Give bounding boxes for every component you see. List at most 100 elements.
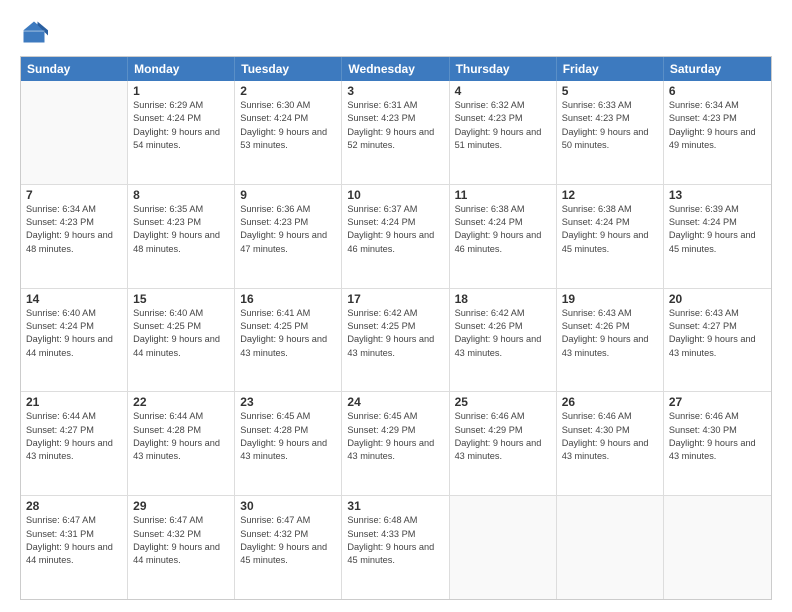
page: SundayMondayTuesdayWednesdayThursdayFrid…: [0, 0, 792, 612]
calendar-cell: 15Sunrise: 6:40 AMSunset: 4:25 PMDayligh…: [128, 289, 235, 392]
day-number: 8: [133, 188, 229, 202]
day-number: 9: [240, 188, 336, 202]
calendar: SundayMondayTuesdayWednesdayThursdayFrid…: [20, 56, 772, 600]
sun-info: Sunrise: 6:38 AMSunset: 4:24 PMDaylight:…: [455, 203, 551, 256]
day-number: 17: [347, 292, 443, 306]
sun-info: Sunrise: 6:33 AMSunset: 4:23 PMDaylight:…: [562, 99, 658, 152]
sun-info: Sunrise: 6:36 AMSunset: 4:23 PMDaylight:…: [240, 203, 336, 256]
calendar-cell: 28Sunrise: 6:47 AMSunset: 4:31 PMDayligh…: [21, 496, 128, 599]
weekday-header: Friday: [557, 57, 664, 81]
sun-info: Sunrise: 6:31 AMSunset: 4:23 PMDaylight:…: [347, 99, 443, 152]
day-number: 26: [562, 395, 658, 409]
calendar-cell: 8Sunrise: 6:35 AMSunset: 4:23 PMDaylight…: [128, 185, 235, 288]
calendar-cell: 27Sunrise: 6:46 AMSunset: 4:30 PMDayligh…: [664, 392, 771, 495]
sun-info: Sunrise: 6:46 AMSunset: 4:30 PMDaylight:…: [669, 410, 766, 463]
day-number: 14: [26, 292, 122, 306]
sun-info: Sunrise: 6:42 AMSunset: 4:25 PMDaylight:…: [347, 307, 443, 360]
day-number: 6: [669, 84, 766, 98]
day-number: 20: [669, 292, 766, 306]
calendar-cell: 22Sunrise: 6:44 AMSunset: 4:28 PMDayligh…: [128, 392, 235, 495]
sun-info: Sunrise: 6:34 AMSunset: 4:23 PMDaylight:…: [669, 99, 766, 152]
calendar-cell: 20Sunrise: 6:43 AMSunset: 4:27 PMDayligh…: [664, 289, 771, 392]
calendar-cell: 10Sunrise: 6:37 AMSunset: 4:24 PMDayligh…: [342, 185, 449, 288]
calendar-cell: 6Sunrise: 6:34 AMSunset: 4:23 PMDaylight…: [664, 81, 771, 184]
day-number: 21: [26, 395, 122, 409]
logo-icon: [20, 18, 48, 46]
calendar-cell: 11Sunrise: 6:38 AMSunset: 4:24 PMDayligh…: [450, 185, 557, 288]
sun-info: Sunrise: 6:40 AMSunset: 4:25 PMDaylight:…: [133, 307, 229, 360]
calendar-cell: 2Sunrise: 6:30 AMSunset: 4:24 PMDaylight…: [235, 81, 342, 184]
header: [20, 18, 772, 46]
calendar-cell: 30Sunrise: 6:47 AMSunset: 4:32 PMDayligh…: [235, 496, 342, 599]
weekday-header: Saturday: [664, 57, 771, 81]
sun-info: Sunrise: 6:48 AMSunset: 4:33 PMDaylight:…: [347, 514, 443, 567]
sun-info: Sunrise: 6:45 AMSunset: 4:28 PMDaylight:…: [240, 410, 336, 463]
sun-info: Sunrise: 6:39 AMSunset: 4:24 PMDaylight:…: [669, 203, 766, 256]
day-number: 7: [26, 188, 122, 202]
day-number: 22: [133, 395, 229, 409]
sun-info: Sunrise: 6:47 AMSunset: 4:32 PMDaylight:…: [133, 514, 229, 567]
calendar-cell: 24Sunrise: 6:45 AMSunset: 4:29 PMDayligh…: [342, 392, 449, 495]
calendar-cell: 21Sunrise: 6:44 AMSunset: 4:27 PMDayligh…: [21, 392, 128, 495]
calendar-cell: [450, 496, 557, 599]
sun-info: Sunrise: 6:43 AMSunset: 4:27 PMDaylight:…: [669, 307, 766, 360]
day-number: 12: [562, 188, 658, 202]
calendar-cell: 31Sunrise: 6:48 AMSunset: 4:33 PMDayligh…: [342, 496, 449, 599]
day-number: 3: [347, 84, 443, 98]
sun-info: Sunrise: 6:38 AMSunset: 4:24 PMDaylight:…: [562, 203, 658, 256]
day-number: 19: [562, 292, 658, 306]
sun-info: Sunrise: 6:37 AMSunset: 4:24 PMDaylight:…: [347, 203, 443, 256]
day-number: 4: [455, 84, 551, 98]
calendar-cell: 12Sunrise: 6:38 AMSunset: 4:24 PMDayligh…: [557, 185, 664, 288]
sun-info: Sunrise: 6:30 AMSunset: 4:24 PMDaylight:…: [240, 99, 336, 152]
day-number: 25: [455, 395, 551, 409]
sun-info: Sunrise: 6:32 AMSunset: 4:23 PMDaylight:…: [455, 99, 551, 152]
day-number: 23: [240, 395, 336, 409]
sun-info: Sunrise: 6:43 AMSunset: 4:26 PMDaylight:…: [562, 307, 658, 360]
day-number: 27: [669, 395, 766, 409]
calendar-cell: 17Sunrise: 6:42 AMSunset: 4:25 PMDayligh…: [342, 289, 449, 392]
sun-info: Sunrise: 6:34 AMSunset: 4:23 PMDaylight:…: [26, 203, 122, 256]
sun-info: Sunrise: 6:29 AMSunset: 4:24 PMDaylight:…: [133, 99, 229, 152]
sun-info: Sunrise: 6:42 AMSunset: 4:26 PMDaylight:…: [455, 307, 551, 360]
sun-info: Sunrise: 6:46 AMSunset: 4:29 PMDaylight:…: [455, 410, 551, 463]
day-number: 13: [669, 188, 766, 202]
calendar-cell: 25Sunrise: 6:46 AMSunset: 4:29 PMDayligh…: [450, 392, 557, 495]
calendar-cell: [21, 81, 128, 184]
sun-info: Sunrise: 6:47 AMSunset: 4:31 PMDaylight:…: [26, 514, 122, 567]
calendar-cell: 3Sunrise: 6:31 AMSunset: 4:23 PMDaylight…: [342, 81, 449, 184]
sun-info: Sunrise: 6:46 AMSunset: 4:30 PMDaylight:…: [562, 410, 658, 463]
sun-info: Sunrise: 6:47 AMSunset: 4:32 PMDaylight:…: [240, 514, 336, 567]
day-number: 24: [347, 395, 443, 409]
calendar-cell: 18Sunrise: 6:42 AMSunset: 4:26 PMDayligh…: [450, 289, 557, 392]
day-number: 2: [240, 84, 336, 98]
calendar-cell: [664, 496, 771, 599]
calendar-row: 1Sunrise: 6:29 AMSunset: 4:24 PMDaylight…: [21, 81, 771, 185]
day-number: 28: [26, 499, 122, 513]
day-number: 5: [562, 84, 658, 98]
calendar-cell: 13Sunrise: 6:39 AMSunset: 4:24 PMDayligh…: [664, 185, 771, 288]
sun-info: Sunrise: 6:44 AMSunset: 4:27 PMDaylight:…: [26, 410, 122, 463]
calendar-row: 7Sunrise: 6:34 AMSunset: 4:23 PMDaylight…: [21, 185, 771, 289]
weekday-header: Sunday: [21, 57, 128, 81]
weekday-header: Thursday: [450, 57, 557, 81]
calendar-row: 14Sunrise: 6:40 AMSunset: 4:24 PMDayligh…: [21, 289, 771, 393]
weekday-header: Wednesday: [342, 57, 449, 81]
logo: [20, 18, 52, 46]
calendar-row: 28Sunrise: 6:47 AMSunset: 4:31 PMDayligh…: [21, 496, 771, 599]
calendar-cell: 23Sunrise: 6:45 AMSunset: 4:28 PMDayligh…: [235, 392, 342, 495]
calendar-cell: 9Sunrise: 6:36 AMSunset: 4:23 PMDaylight…: [235, 185, 342, 288]
calendar-body: 1Sunrise: 6:29 AMSunset: 4:24 PMDaylight…: [21, 81, 771, 599]
day-number: 31: [347, 499, 443, 513]
day-number: 10: [347, 188, 443, 202]
calendar-cell: 5Sunrise: 6:33 AMSunset: 4:23 PMDaylight…: [557, 81, 664, 184]
day-number: 18: [455, 292, 551, 306]
calendar-cell: 29Sunrise: 6:47 AMSunset: 4:32 PMDayligh…: [128, 496, 235, 599]
day-number: 30: [240, 499, 336, 513]
day-number: 29: [133, 499, 229, 513]
day-number: 1: [133, 84, 229, 98]
calendar-header: SundayMondayTuesdayWednesdayThursdayFrid…: [21, 57, 771, 81]
weekday-header: Monday: [128, 57, 235, 81]
calendar-cell: 7Sunrise: 6:34 AMSunset: 4:23 PMDaylight…: [21, 185, 128, 288]
sun-info: Sunrise: 6:35 AMSunset: 4:23 PMDaylight:…: [133, 203, 229, 256]
